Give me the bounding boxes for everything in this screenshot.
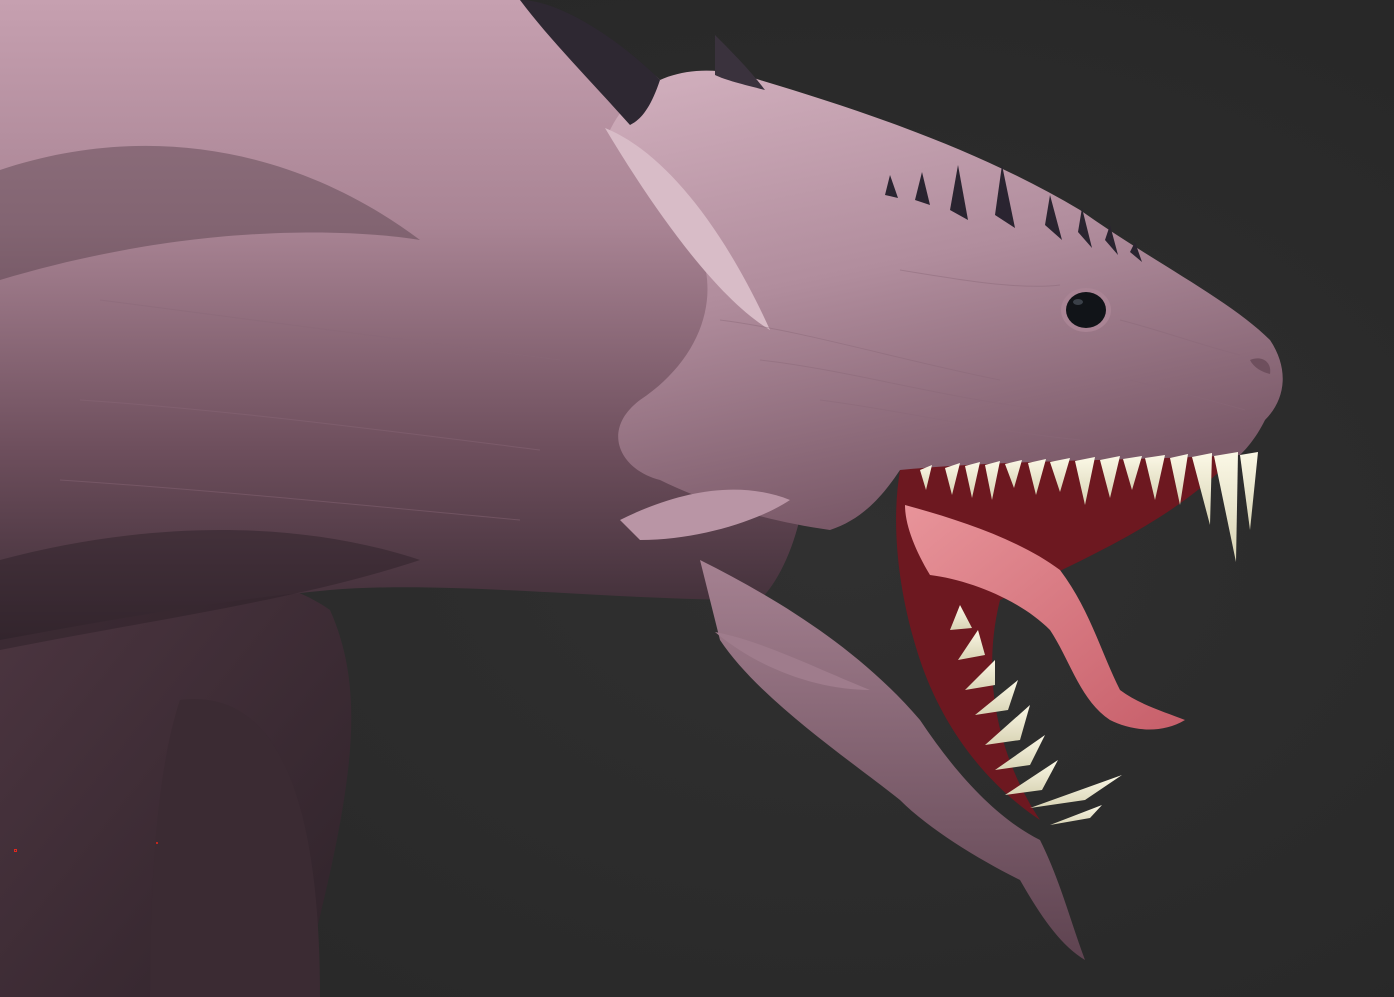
creature-sculpt	[0, 0, 1283, 997]
viewport-point-marker	[156, 842, 158, 844]
sculpt-viewport[interactable]	[0, 0, 1394, 997]
viewport-pivot-marker-icon	[14, 849, 17, 852]
